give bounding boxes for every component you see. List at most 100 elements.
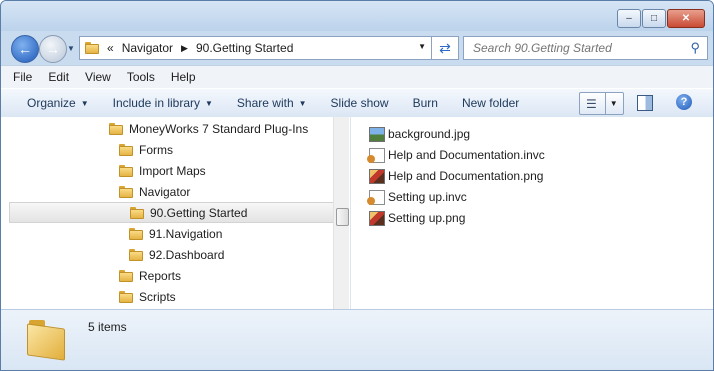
navigation-row: ← → ▼ « Navigator ▶ 90.Getting Started ▼… <box>1 31 713 65</box>
tree-item[interactable]: Reports <box>1 265 333 286</box>
tree-item-label: Scripts <box>139 289 176 304</box>
menu-edit[interactable]: Edit <box>46 70 71 84</box>
invc-document-icon <box>367 147 385 163</box>
menu-help[interactable]: Help <box>169 70 198 84</box>
new-folder-button[interactable]: New folder <box>456 92 525 114</box>
back-button[interactable]: ← <box>11 35 39 63</box>
png-image-icon <box>369 210 385 226</box>
file-item[interactable]: Setting up.invc <box>367 187 467 207</box>
file-item[interactable]: Help and Documentation.invc <box>367 145 545 165</box>
folder-icon <box>109 122 123 135</box>
arrow-right-icon: → <box>46 41 60 57</box>
chevron-down-icon: ▼ <box>298 98 307 108</box>
folder-icon <box>119 269 133 282</box>
close-button[interactable]: ✕ <box>667 9 705 28</box>
jpg-image-icon <box>369 126 385 142</box>
close-icon: ✕ <box>681 13 691 24</box>
menu-tools[interactable]: Tools <box>125 70 157 84</box>
tree-item[interactable]: Import Maps <box>1 160 333 181</box>
include-in-library-label: Include in library <box>112 96 200 110</box>
breadcrumb-navigator[interactable]: Navigator <box>122 41 173 55</box>
preview-pane-button[interactable] <box>637 95 653 111</box>
file-name: background.jpg <box>388 127 471 141</box>
change-view-button[interactable]: ☰ ▼ <box>579 92 624 115</box>
file-name: Setting up.invc <box>388 190 467 204</box>
tree-item[interactable]: 91.Navigation <box>1 223 333 244</box>
recent-pages-dropdown[interactable]: ▼ <box>67 44 75 53</box>
menu-view[interactable]: View <box>83 70 113 84</box>
search-icon[interactable]: ⚲ <box>690 40 700 56</box>
item-count: 5 items <box>88 320 127 334</box>
address-bar[interactable]: « Navigator ▶ 90.Getting Started ▼ <box>79 36 432 60</box>
chevron-down-icon: ▼ <box>80 98 89 108</box>
tree-item-label: Forms <box>139 142 173 157</box>
details-pane: 5 items <box>1 309 713 370</box>
tree-item[interactable]: 92.Dashboard <box>1 244 333 265</box>
navigation-pane: MoneyWorks 7 Standard Plug-Ins Forms Imp… <box>1 117 349 309</box>
search-input[interactable] <box>471 40 675 56</box>
tree-item-label: 91.Navigation <box>149 226 223 241</box>
tree-item-label: MoneyWorks 7 Standard Plug-Ins <box>129 121 309 136</box>
slide-show-label: Slide show <box>330 96 389 110</box>
folder-icon <box>119 143 133 156</box>
arrow-left-icon: ← <box>18 41 32 57</box>
tree-item-selected[interactable]: 90.Getting Started <box>9 202 334 223</box>
burn-label: Burn <box>412 96 438 110</box>
folder-large-icon <box>27 320 67 358</box>
menu-file[interactable]: File <box>11 70 34 84</box>
png-image-icon <box>369 168 385 184</box>
tree-item-label: 92.Dashboard <box>149 247 225 262</box>
new-folder-label: New folder <box>461 96 520 110</box>
minimize-button[interactable]: – <box>617 9 641 28</box>
breadcrumb-separator-icon[interactable]: ▶ <box>181 43 188 54</box>
tree-item[interactable]: Scripts <box>1 286 333 307</box>
title-bar[interactable]: – □ ✕ <box>1 1 713 31</box>
share-with-label: Share with <box>236 96 294 110</box>
file-name: Help and Documentation.invc <box>388 148 545 162</box>
folder-icon <box>119 290 133 303</box>
tree-scrollbar[interactable] <box>333 117 349 309</box>
folder-icon <box>130 206 144 219</box>
breadcrumb-overflow[interactable]: « <box>107 41 114 55</box>
tree-item-label: 90.Getting Started <box>150 205 248 220</box>
file-item[interactable]: background.jpg <box>369 124 470 144</box>
tree-item-label: Import Maps <box>139 163 206 178</box>
folder-icon <box>119 164 133 177</box>
explorer-window: – □ ✕ ← → ▼ « Navigator ▶ 90.Getting Sta… <box>0 0 714 371</box>
refresh-button[interactable]: ⇄ <box>432 36 459 60</box>
tree-item[interactable]: Forms <box>1 139 333 160</box>
file-item[interactable]: Setting up.png <box>369 208 465 228</box>
command-bar: Organize ▼ Include in library ▼ Share wi… <box>1 88 713 118</box>
folder-icon <box>129 248 143 261</box>
forward-button[interactable]: → <box>39 35 67 63</box>
burn-button[interactable]: Burn <box>407 92 444 114</box>
organize-button[interactable]: Organize ▼ <box>21 92 95 114</box>
address-dropdown-icon[interactable]: ▼ <box>418 42 426 51</box>
maximize-icon: □ <box>650 13 658 24</box>
help-button[interactable]: ? <box>676 94 692 110</box>
folder-icon <box>129 227 143 240</box>
folder-icon <box>85 42 99 54</box>
file-name: Setting up.png <box>388 211 466 225</box>
tree-item[interactable]: Navigator <box>1 181 333 202</box>
view-options-dropdown-icon[interactable]: ▼ <box>604 93 618 114</box>
tree-item[interactable]: MoneyWorks 7 Standard Plug-Ins <box>1 118 333 139</box>
minimize-icon: – <box>626 13 632 24</box>
content-area: MoneyWorks 7 Standard Plug-Ins Forms Imp… <box>1 117 713 309</box>
refresh-icon: ⇄ <box>439 39 451 56</box>
breadcrumb-current-folder[interactable]: 90.Getting Started <box>196 41 293 55</box>
caption-buttons: – □ ✕ <box>616 9 705 28</box>
help-icon: ? <box>680 96 688 108</box>
maximize-button[interactable]: □ <box>642 9 666 28</box>
file-item[interactable]: Help and Documentation.png <box>369 166 543 186</box>
menu-bar: File Edit View Tools Help <box>1 65 713 88</box>
search-box[interactable]: ⚲ <box>463 36 708 60</box>
file-name: Help and Documentation.png <box>388 169 544 183</box>
file-list: background.jpg Help and Documentation.in… <box>350 117 713 309</box>
chevron-down-icon: ▼ <box>205 98 213 108</box>
share-with-button[interactable]: Share with ▼ <box>231 92 313 114</box>
slide-show-button[interactable]: Slide show <box>325 92 395 114</box>
scrollbar-thumb[interactable] <box>336 208 349 226</box>
include-in-library-button[interactable]: Include in library ▼ <box>107 92 219 114</box>
invc-document-icon <box>367 189 385 205</box>
